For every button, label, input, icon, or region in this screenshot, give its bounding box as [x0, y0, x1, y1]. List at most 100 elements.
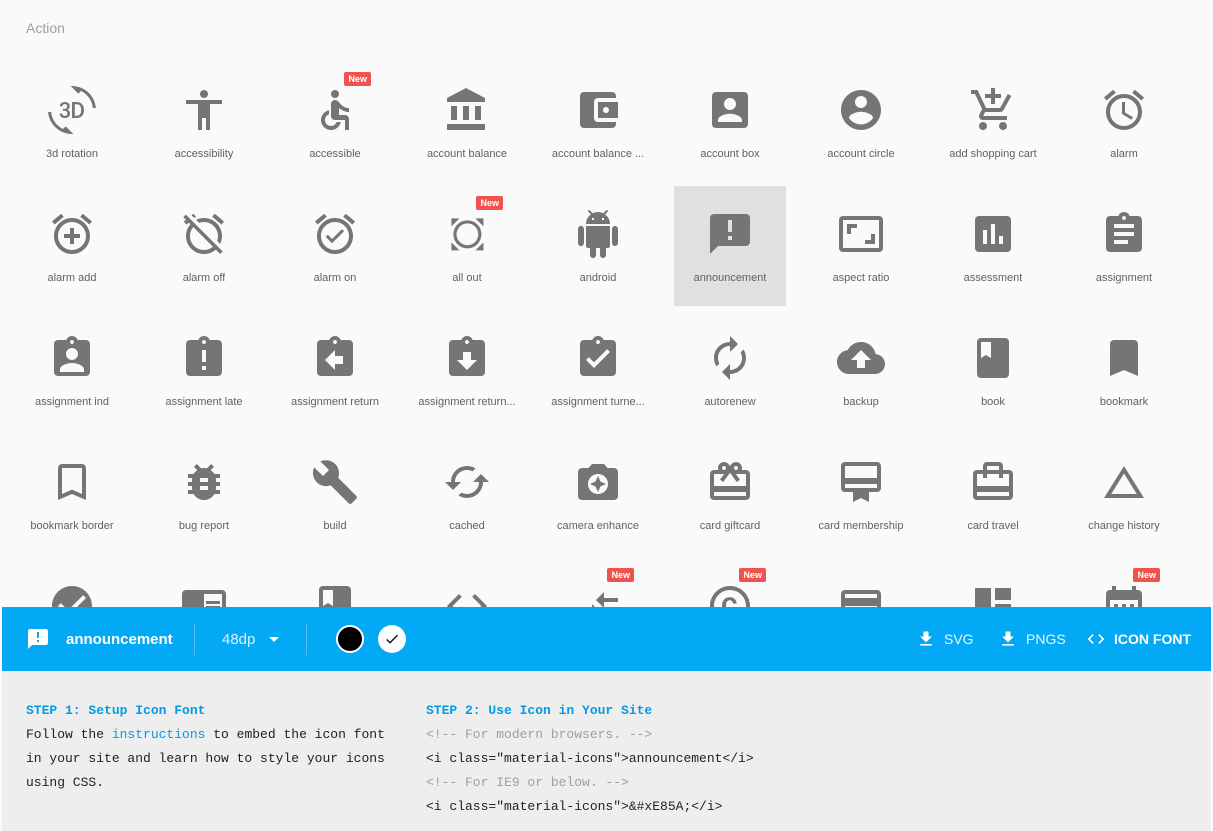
black-color-swatch[interactable]	[336, 625, 364, 653]
code-snippet-modern[interactable]: <i class="material-icons">announcement</…	[426, 747, 1026, 771]
download-svg-label: SVG	[944, 631, 974, 647]
icon-tile-class[interactable]	[279, 558, 391, 607]
check-circle-icon	[48, 582, 96, 607]
icon-tile-credit-card[interactable]	[805, 558, 917, 607]
instructions-link[interactable]: instructions	[112, 727, 206, 742]
download-icon	[920, 631, 932, 646]
icon-tile-label: accessible	[309, 148, 361, 160]
icon-tile-add-shopping-cart[interactable]: add shopping cart	[937, 62, 1049, 182]
white-color-swatch[interactable]	[378, 625, 406, 653]
icon-tile-label: bug report	[178, 520, 230, 532]
download-pngs-button[interactable]: PNGS	[998, 629, 1066, 649]
assignment-late-icon	[180, 334, 228, 382]
icon-tile-bug-report[interactable]: bug report	[148, 434, 260, 554]
alarm-add-icon	[48, 210, 96, 258]
icon-tile-aspect-ratio[interactable]: aspect ratio	[805, 186, 917, 306]
icon-tile-assignment-ind[interactable]: assignment ind	[16, 310, 128, 430]
announcement-icon	[706, 210, 754, 258]
icon-tile-label: card giftcard	[699, 520, 761, 532]
build-icon	[311, 458, 359, 506]
icon-tile-label: alarm	[1110, 148, 1138, 160]
icon-tile-assignment-return[interactable]: assignment return	[279, 310, 391, 430]
class-icon	[311, 582, 359, 607]
account-box-icon	[706, 86, 754, 134]
size-dropdown[interactable]: 48dp	[222, 631, 280, 648]
icon-tile-cached[interactable]: cached	[411, 434, 523, 554]
camera-enhance-icon	[574, 458, 622, 506]
icon-tile-alarm[interactable]: alarm	[1068, 62, 1180, 182]
chevron-down-icon	[269, 637, 280, 642]
icon-tile-android[interactable]: android	[542, 186, 654, 306]
icon-tile-label: add shopping cart	[949, 148, 1037, 160]
icon-font-label: ICON FONT	[1114, 631, 1191, 647]
icon-tile-backup[interactable]: backup	[805, 310, 917, 430]
code-comment-ie9: <!-- For IE9 or below. -->	[426, 775, 629, 790]
icon-tile-copyright[interactable]: New	[674, 558, 786, 607]
icon-tile-all-out[interactable]: all out New	[411, 186, 523, 306]
icon-tile-alarm-on[interactable]: alarm on	[279, 186, 391, 306]
icon-tile-label: all out	[452, 272, 482, 284]
icon-tile-alarm-off[interactable]: alarm off	[148, 186, 260, 306]
icon-tile-bookmark-border[interactable]: bookmark border	[16, 434, 128, 554]
icon-tile-accessibility[interactable]: accessibility	[148, 62, 260, 182]
icon-tile-label: assignment late	[165, 396, 243, 408]
icon-tile-3d-rotation[interactable]: 3d rotation	[16, 62, 128, 182]
icon-tile-label: backup	[843, 396, 879, 408]
icon-tile-change-history[interactable]: change history	[1068, 434, 1180, 554]
icon-font-button[interactable]: ICON FONT	[1086, 629, 1191, 649]
new-badge: New	[344, 72, 371, 86]
card-travel-icon	[969, 458, 1017, 506]
download-svg-button[interactable]: SVG	[916, 629, 974, 649]
icon-tile-label: camera enhance	[557, 520, 639, 532]
bookmark-icon	[1100, 334, 1148, 382]
code-snippet-ie9[interactable]: <i class="material-icons">&#xE85A;</i>	[426, 795, 1026, 819]
icon-tile-build[interactable]: build	[279, 434, 391, 554]
icon-tile-compare-arrows[interactable]: New	[542, 558, 654, 607]
icon-tile-book[interactable]: book	[937, 310, 1049, 430]
icon-tile-announcement[interactable]: announcement	[674, 186, 786, 306]
new-badge: New	[476, 196, 503, 210]
icon-tile-autorenew[interactable]: autorenew	[674, 310, 786, 430]
icon-tile-label: autorenew	[704, 396, 756, 408]
icon-tile-assignment-turned-in[interactable]: assignment turne...	[542, 310, 654, 430]
alarm-icon	[1100, 86, 1148, 134]
icon-tile-card-membership[interactable]: card membership	[805, 434, 917, 554]
icon-tile-alarm-add[interactable]: alarm add	[16, 186, 128, 306]
icon-tile-account-circle[interactable]: account circle	[805, 62, 917, 182]
icon-tile-assignment-returned[interactable]: assignment return...	[411, 310, 523, 430]
icon-tile-assessment[interactable]: assessment	[937, 186, 1049, 306]
icon-tile-check-circle[interactable]	[16, 558, 128, 607]
icon-tile-label: assignment return...	[418, 396, 516, 408]
icon-tile-assignment[interactable]: assignment	[1068, 186, 1180, 306]
icon-tile-card-giftcard[interactable]: card giftcard	[674, 434, 786, 554]
icon-tile-bookmark[interactable]: bookmark	[1068, 310, 1180, 430]
icon-tile-dashboard[interactable]	[937, 558, 1049, 607]
icon-tile-chrome-reader-mode[interactable]	[148, 558, 260, 607]
account-circle-icon	[837, 86, 885, 134]
icon-tile-label: bookmark	[1099, 396, 1149, 408]
card-giftcard-icon	[706, 458, 754, 506]
icon-tile-card-travel[interactable]: card travel	[937, 434, 1049, 554]
cached-icon	[443, 458, 491, 506]
icon-tile-label: alarm off	[182, 272, 226, 284]
icon-tile-date-range[interactable]: New	[1068, 558, 1180, 607]
step1-title: STEP 1: Setup Icon Font	[26, 703, 206, 718]
icon-tile-assignment-late[interactable]: assignment late	[148, 310, 260, 430]
code-comment-modern: <!-- For modern browsers. -->	[426, 727, 653, 742]
backup-icon	[837, 334, 885, 382]
icon-tile-code[interactable]	[411, 558, 523, 607]
icon-tile-accessible[interactable]: accessible New	[279, 62, 391, 182]
3d-rotation-icon	[48, 86, 96, 134]
icon-tile-account-balance[interactable]: account balance	[411, 62, 523, 182]
new-badge: New	[607, 568, 634, 582]
icon-tile-account-box[interactable]: account box	[674, 62, 786, 182]
dashboard-icon	[969, 582, 1017, 607]
account-balance-wallet-icon	[574, 86, 622, 134]
icon-tile-label: account balance	[426, 148, 508, 160]
icon-tile-camera-enhance[interactable]: camera enhance	[542, 434, 654, 554]
assignment-ind-icon	[48, 334, 96, 382]
code-icon	[443, 582, 491, 607]
icon-tile-label: alarm on	[313, 272, 357, 284]
check-icon	[386, 634, 398, 644]
icon-tile-account-balance-wallet[interactable]: account balance ...	[542, 62, 654, 182]
